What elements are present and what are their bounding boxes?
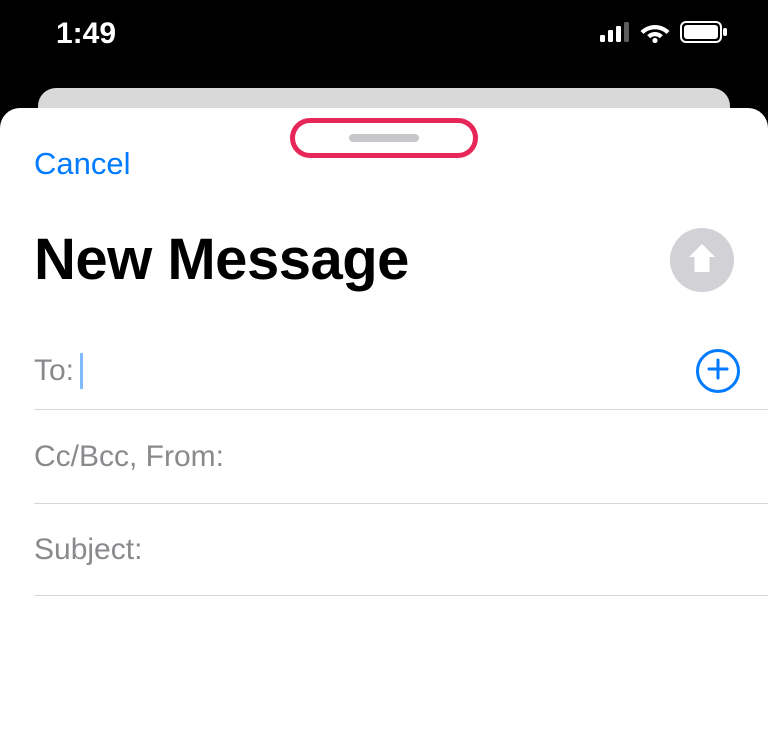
to-label: To:	[34, 354, 74, 388]
battery-icon	[680, 21, 728, 48]
wifi-icon	[640, 21, 670, 48]
send-button[interactable]	[670, 228, 734, 292]
compose-title: New Message	[34, 226, 409, 293]
cc-bcc-from-field-row[interactable]: Cc/Bcc, From:	[34, 410, 768, 504]
text-cursor	[80, 353, 83, 389]
subject-input[interactable]	[142, 533, 740, 567]
status-time: 1:49	[56, 17, 116, 51]
status-bar: 1:49	[0, 0, 768, 88]
cc-bcc-from-label: Cc/Bcc, From:	[34, 440, 224, 474]
compose-sheet: Cancel New Message To:	[0, 108, 768, 738]
sheet-grabber[interactable]	[349, 134, 419, 142]
cc-bcc-from-input[interactable]	[224, 440, 740, 474]
annotation-highlight	[290, 118, 478, 158]
subject-field-row[interactable]: Subject:	[34, 504, 768, 596]
to-input[interactable]	[83, 354, 696, 388]
cancel-button[interactable]: Cancel	[34, 146, 131, 182]
arrow-up-icon	[686, 241, 718, 278]
cellular-icon	[600, 22, 630, 47]
subject-label: Subject:	[34, 533, 142, 567]
plus-icon	[706, 357, 730, 384]
to-field-row[interactable]: To:	[34, 332, 768, 410]
status-icons	[600, 21, 728, 48]
add-contact-button[interactable]	[696, 349, 740, 393]
